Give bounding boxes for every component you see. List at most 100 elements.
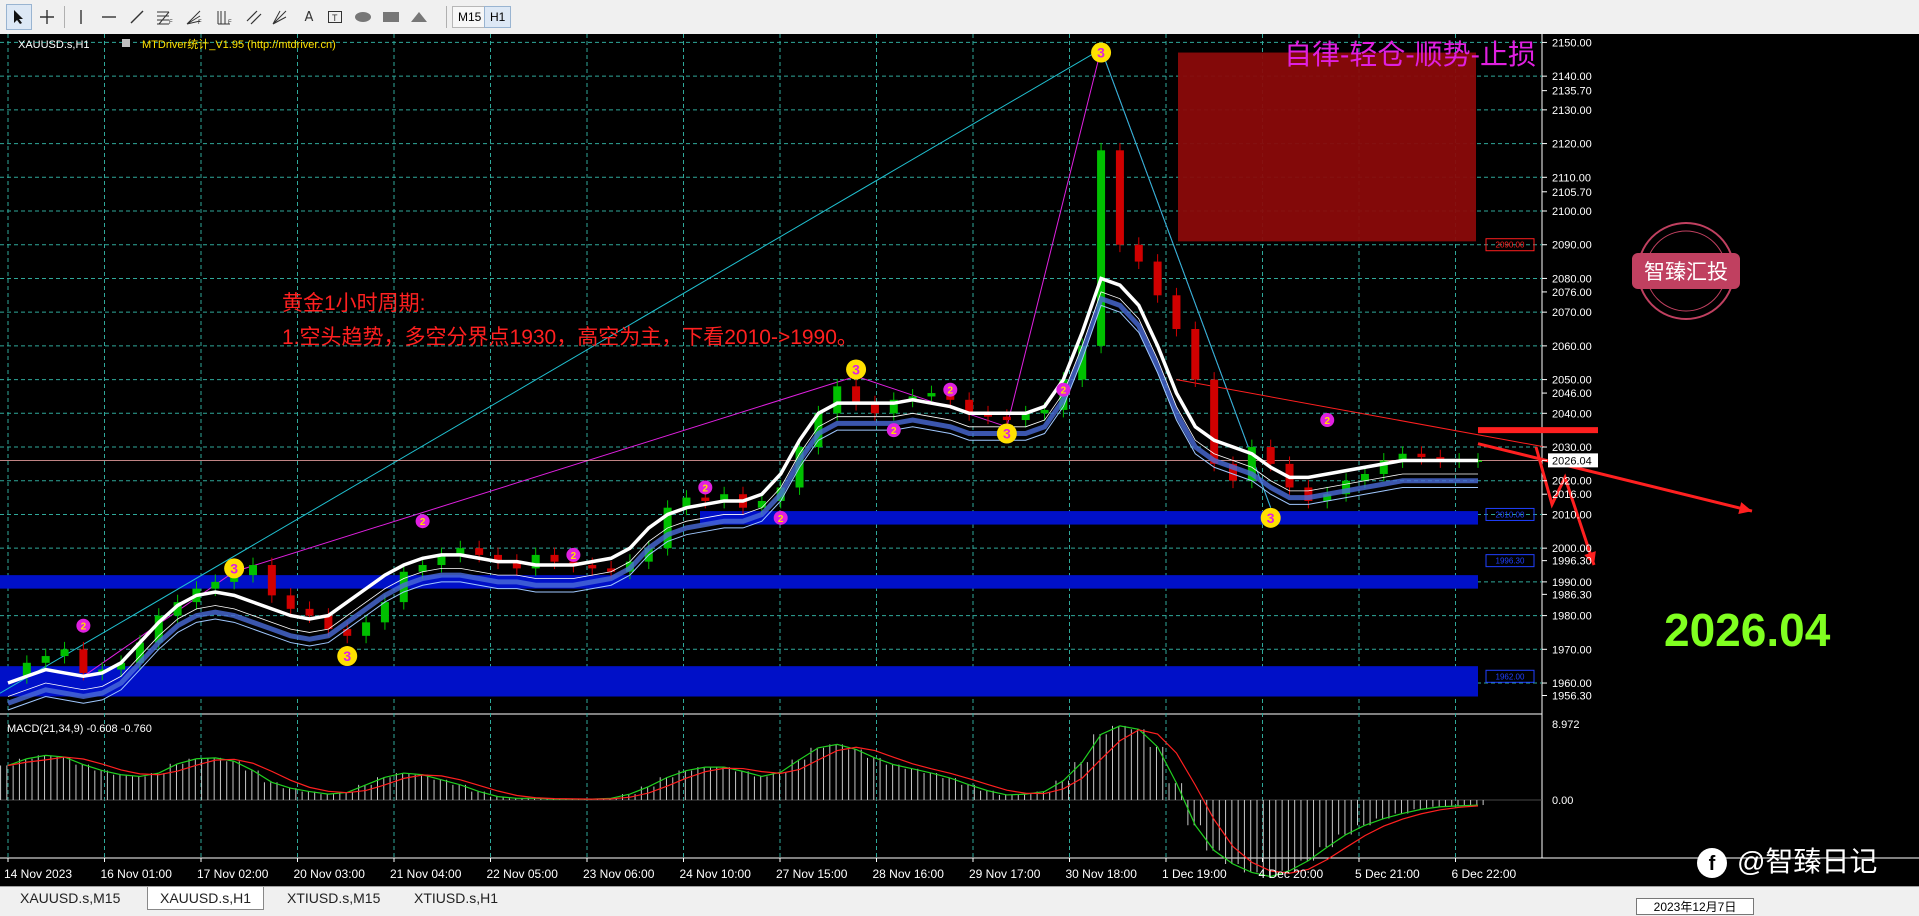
rectangle-icon[interactable] bbox=[378, 4, 404, 30]
price-axis: 2150.00 2140.00 2135.70 2130.00 2120.00 2110.… bbox=[1542, 37, 1598, 807]
price-tick-label: 2050.00 bbox=[1552, 375, 1592, 387]
wave-markers: 2 3 3 2 2 2 2 3 2 2 3 2 3 3 2 bbox=[76, 42, 1335, 667]
price-tick-label: 2000.00 bbox=[1552, 543, 1592, 555]
time-tick-label: 17 Nov 02:00 bbox=[197, 867, 269, 881]
chart-toolbar: F F F A T M15 H1 bbox=[0, 0, 1919, 35]
wave-marker-label: 2 bbox=[948, 386, 954, 397]
price-tick-label: 2040.00 bbox=[1552, 408, 1592, 420]
fibo-fan-icon[interactable]: F bbox=[182, 4, 208, 30]
price-tick-label: 2130.00 bbox=[1552, 105, 1592, 117]
label-icon[interactable]: T bbox=[322, 4, 348, 30]
candle-body bbox=[1040, 409, 1049, 414]
horizontal-line-icon[interactable] bbox=[96, 4, 122, 30]
macd-signal-line bbox=[7, 729, 1479, 874]
candle-body bbox=[362, 622, 371, 636]
wave-marker-label: 2 bbox=[1061, 386, 1067, 397]
candle-body bbox=[41, 656, 50, 663]
price-chart[interactable]: 2090.00 2010.00 1996.30 1962.00 23322223223… bbox=[0, 34, 1919, 886]
candle-body bbox=[1210, 379, 1219, 464]
tab-xauusd-m15[interactable]: XAUUSD.s,M15 bbox=[8, 887, 132, 909]
time-tick-label: 24 Nov 10:00 bbox=[680, 867, 752, 881]
candle-body bbox=[1002, 416, 1011, 421]
tab-xtiusd-h1[interactable]: XTIUSD.s,H1 bbox=[402, 887, 510, 909]
price-tick-label: 2140.00 bbox=[1552, 71, 1592, 83]
candle-body bbox=[79, 649, 88, 673]
wave-marker-label: 3 bbox=[1097, 45, 1105, 61]
motto-text: 自律-轻仓-顺势-止损 bbox=[1284, 39, 1536, 70]
price-tick-label: 1996.30 bbox=[1552, 556, 1592, 568]
red-resistance-line bbox=[1176, 379, 1546, 448]
time-tick-label: 20 Nov 03:00 bbox=[294, 867, 366, 881]
chart-canvas[interactable]: 2090.002010.001996.301962.00 23322223223… bbox=[0, 34, 1919, 886]
price-tick-label: 2135.70 bbox=[1552, 86, 1592, 98]
time-tick-label: 14 Nov 2023 bbox=[4, 867, 72, 881]
macd-axis-label: 8.972 bbox=[1552, 719, 1580, 731]
gann-icon[interactable]: F bbox=[212, 4, 238, 30]
andrews-icon[interactable] bbox=[268, 4, 294, 30]
time-tick-label: 5 Dec 21:00 bbox=[1355, 867, 1420, 881]
time-tick-label: 1 Dec 19:00 bbox=[1162, 867, 1227, 881]
price-tick-label: 2076.00 bbox=[1552, 287, 1592, 299]
time-tick-label: 6 Dec 22:00 bbox=[1452, 867, 1517, 881]
support-resistance-zones: 2090.00 2010.00 1996.30 1962.00 bbox=[0, 52, 1535, 697]
time-tick-label: 30 Nov 18:00 bbox=[1066, 867, 1138, 881]
big-price: 2026.04 bbox=[1664, 604, 1831, 656]
price-tick-label: 2046.00 bbox=[1552, 388, 1592, 400]
wave-marker-label: 3 bbox=[1267, 510, 1275, 526]
trendline-icon[interactable] bbox=[124, 4, 150, 30]
fibo-icon[interactable]: F bbox=[152, 4, 178, 30]
platform-logo-icon: f bbox=[1709, 853, 1716, 875]
brand-stamp: 智臻汇投 bbox=[1632, 222, 1740, 320]
macd-line bbox=[7, 725, 1479, 878]
svg-text:F: F bbox=[198, 20, 202, 25]
candle-body bbox=[418, 565, 427, 572]
candle-body bbox=[701, 497, 710, 501]
ellipse-icon[interactable] bbox=[350, 4, 376, 30]
candle-body bbox=[1115, 150, 1124, 245]
cursor-icon[interactable] bbox=[6, 4, 32, 30]
wave-marker-label: 2 bbox=[571, 551, 577, 562]
candle-body bbox=[343, 629, 352, 636]
price-tick-label: 2010.00 bbox=[1552, 509, 1592, 521]
macd-label: MACD(21,34,9) -0.608 -0.760 bbox=[7, 723, 152, 735]
svg-text:T: T bbox=[332, 13, 338, 23]
wave-marker-label: 2 bbox=[420, 517, 426, 528]
symbol-label: XAUUSD.s,H1 bbox=[18, 39, 90, 51]
chart-tabs: XAUUSD.s,M15 XAUUSD.s,H1 XTIUSD.s,M15 XT… bbox=[0, 886, 1919, 916]
supply-zone bbox=[1178, 52, 1476, 242]
support-zone-1960 bbox=[0, 666, 1478, 697]
price-tick-label: 2110.00 bbox=[1552, 172, 1591, 184]
time-tick-label: 22 Nov 05:00 bbox=[487, 867, 559, 881]
indicator-icon bbox=[122, 39, 130, 47]
crosshair-icon[interactable] bbox=[34, 4, 60, 30]
period-button-m15[interactable]: M15 bbox=[452, 6, 488, 28]
candle-body bbox=[550, 554, 559, 562]
support-zone-2010 bbox=[700, 511, 1478, 525]
tab-xauusd-h1[interactable]: XAUUSD.s,H1 bbox=[147, 887, 265, 910]
forecast-arrows bbox=[1477, 442, 1753, 566]
price-tick-label: 1990.00 bbox=[1552, 577, 1592, 589]
candle-body bbox=[305, 608, 314, 616]
price-tick-label: 1956.30 bbox=[1552, 691, 1592, 703]
tab-xtiusd-m15[interactable]: XTIUSD.s,M15 bbox=[275, 887, 392, 909]
candle-body bbox=[267, 565, 276, 596]
zone-label: 2010.00 bbox=[1496, 510, 1525, 519]
vertical-line-icon[interactable] bbox=[68, 4, 94, 30]
channel-icon[interactable] bbox=[242, 4, 268, 30]
triangle-icon[interactable] bbox=[406, 4, 432, 30]
time-tick-label: 16 Nov 01:00 bbox=[101, 867, 173, 881]
support-zone-1990 bbox=[0, 575, 1478, 589]
candle-body bbox=[1172, 295, 1181, 330]
candle-body bbox=[475, 548, 484, 555]
time-tick-label: 28 Nov 16:00 bbox=[873, 867, 945, 881]
crosshair-date-tooltip: 2023年12月7日 bbox=[1636, 898, 1754, 915]
cyan-trendline bbox=[0, 48, 1102, 694]
text-icon[interactable]: A bbox=[296, 4, 322, 30]
price-tick-label: 2080.00 bbox=[1552, 273, 1592, 285]
time-axis: 14 Nov 2023 16 Nov 01:00 17 Nov 02:00 20 No… bbox=[4, 858, 1517, 881]
wave-marker-label: 2 bbox=[1324, 416, 1330, 427]
period-button-h1[interactable]: H1 bbox=[484, 6, 512, 28]
candle-body bbox=[1417, 453, 1426, 458]
stamp-text: 智臻汇投 bbox=[1644, 261, 1728, 284]
price-tick-label: 1970.00 bbox=[1552, 644, 1592, 656]
